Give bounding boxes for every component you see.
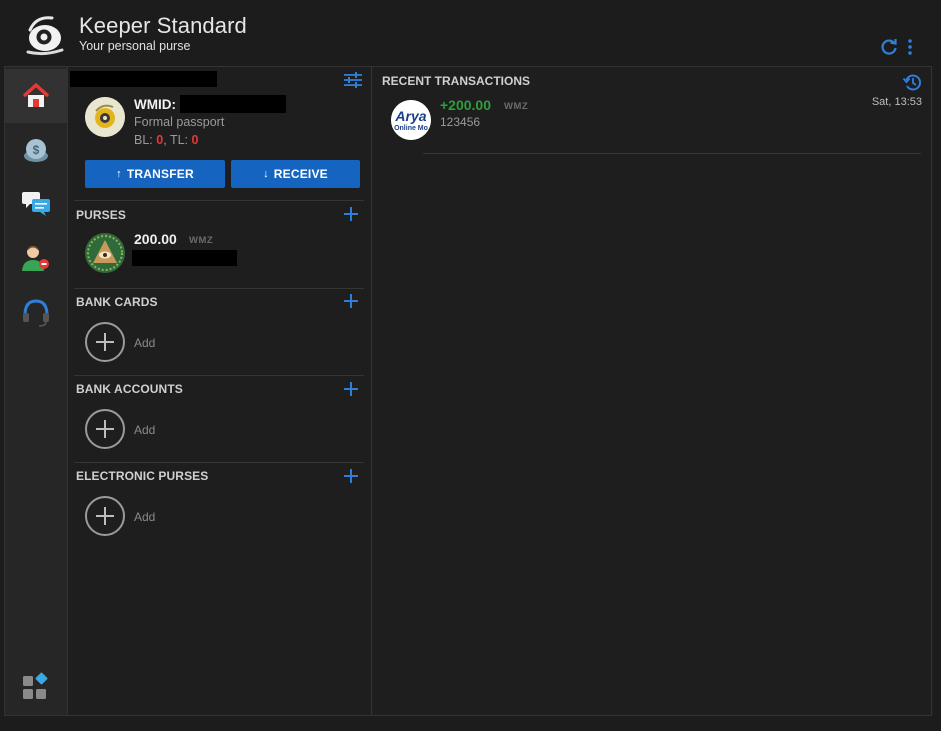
- account-panel: WMID: Formal passport BL: 0, TL: 0 ↑ TRAN…: [68, 67, 372, 715]
- transaction-description: 123456: [440, 115, 481, 129]
- add-bank-card-icon[interactable]: [85, 322, 125, 362]
- divider: [74, 375, 364, 376]
- contacts-icon: [22, 246, 49, 271]
- wmid-label: WMID:: [134, 97, 176, 112]
- add-electronic-purse-plus-icon[interactable]: [344, 469, 358, 483]
- keeper-logo: [22, 12, 66, 56]
- nav-support[interactable]: [5, 285, 67, 339]
- divider: [74, 462, 364, 463]
- nav-home[interactable]: [5, 69, 67, 123]
- add-electronic-purse-label[interactable]: Add: [134, 510, 155, 524]
- svg-text:$: $: [33, 143, 40, 157]
- tl-value: 0: [191, 133, 199, 147]
- receive-button[interactable]: ↓ RECEIVE: [231, 160, 360, 188]
- merchant-logo-subtext: Online Mo: [394, 125, 428, 132]
- arrow-up-icon: ↑: [116, 168, 122, 180]
- avatar: [85, 97, 125, 137]
- purse-currency: WMZ: [189, 235, 214, 246]
- recent-transactions-title: RECENT TRANSACTIONS: [382, 74, 531, 88]
- purse-amount: 200.00: [134, 231, 177, 247]
- main-frame: $ WMID: Formal passport BL: 0, TL: 0 ↑ T…: [4, 66, 932, 716]
- nav-finances[interactable]: $: [5, 123, 67, 177]
- nav-messages[interactable]: [5, 177, 67, 231]
- apps-grid-icon[interactable]: [21, 672, 51, 702]
- merchant-logo: Arya Online Mo: [391, 100, 431, 140]
- transaction-row[interactable]: Arya Online Mo +200.00 WMZ 123456 Sat, 1…: [373, 95, 931, 155]
- chat-icon: [22, 192, 50, 216]
- add-purse-plus-icon[interactable]: [344, 207, 358, 221]
- more-vert-icon[interactable]: [904, 38, 916, 56]
- transaction-amount: +200.00: [440, 97, 491, 113]
- divider: [74, 200, 364, 201]
- app-title: Keeper Standard: [79, 13, 247, 38]
- refresh-icon[interactable]: [880, 38, 898, 56]
- transaction-currency: WMZ: [504, 101, 529, 112]
- redacted-account-name: [70, 71, 217, 87]
- transfer-button[interactable]: ↑ TRANSFER: [85, 160, 225, 188]
- bank-accounts-title: BANK ACCOUNTS: [76, 382, 183, 396]
- home-icon: [22, 83, 50, 107]
- wmz-purse-icon[interactable]: [85, 233, 125, 273]
- add-bank-account-plus-icon[interactable]: [344, 382, 358, 396]
- transaction-time: Sat, 13:53: [871, 96, 922, 108]
- divider: [74, 288, 364, 289]
- divider: [423, 153, 921, 154]
- app-header: Keeper Standard Your personal purse: [0, 0, 941, 66]
- bl-value: 0: [156, 133, 164, 147]
- add-electronic-purse-icon[interactable]: [85, 496, 125, 536]
- passport-type: Formal passport: [134, 115, 225, 129]
- headset-icon: [23, 299, 49, 327]
- bl-tl-line: BL: 0, TL: 0: [134, 133, 199, 147]
- merchant-logo-text: Arya: [394, 108, 426, 124]
- bank-cards-title: BANK CARDS: [76, 295, 158, 309]
- transactions-panel: RECENT TRANSACTIONS Arya Online Mo +200.…: [373, 67, 931, 715]
- dollar-coin-icon: $: [24, 139, 48, 162]
- add-bank-card-label[interactable]: Add: [134, 336, 155, 350]
- add-bank-account-label[interactable]: Add: [134, 423, 155, 437]
- add-bank-account-icon[interactable]: [85, 409, 125, 449]
- side-nav: $: [5, 67, 68, 715]
- bl-label: BL:: [134, 133, 153, 147]
- arrow-down-icon: ↓: [263, 168, 269, 180]
- redacted-wmid: [180, 95, 286, 113]
- keeper-app: Keeper Standard Your personal purse $ WM…: [0, 0, 941, 731]
- electronic-purses-title: ELECTRONIC PURSES: [76, 469, 209, 483]
- nav-contacts[interactable]: [5, 231, 67, 285]
- redacted-purse-number: [132, 250, 237, 266]
- history-icon[interactable]: [902, 72, 922, 92]
- add-bank-card-plus-icon[interactable]: [344, 294, 358, 308]
- purses-title: PURSES: [76, 208, 126, 222]
- app-subtitle: Your personal purse: [79, 39, 191, 53]
- tl-label: TL:: [169, 133, 188, 147]
- tune-icon[interactable]: [344, 72, 362, 88]
